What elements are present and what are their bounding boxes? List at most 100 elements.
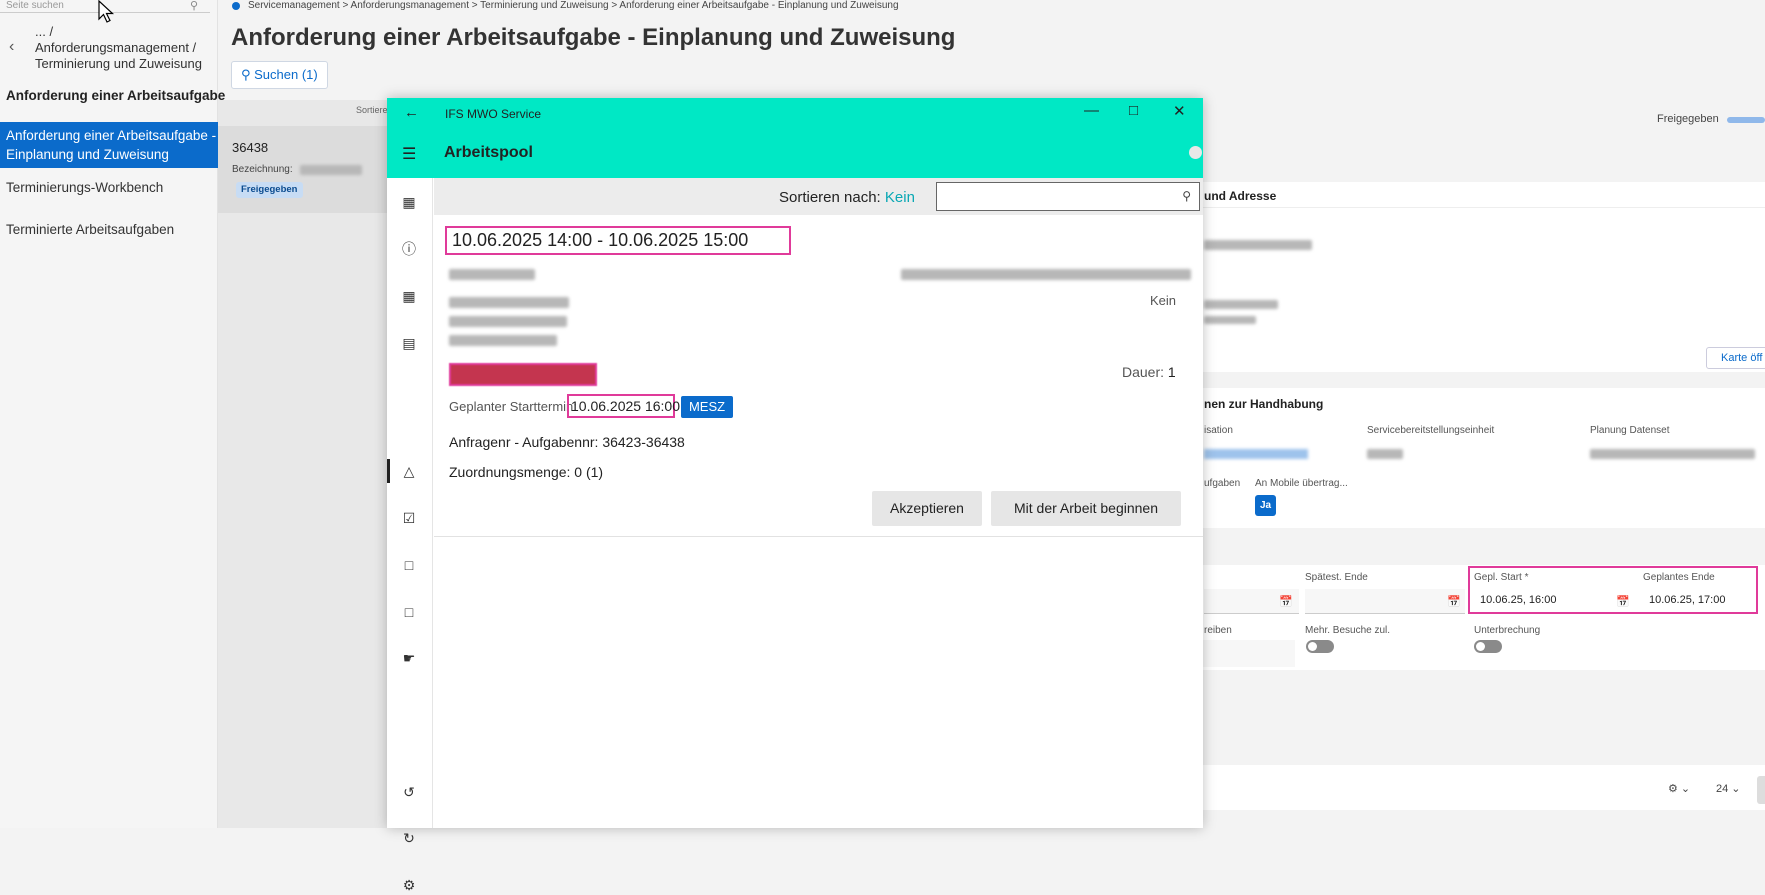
sort-by-control[interactable]: Sortieren nach: Kein bbox=[779, 189, 915, 206]
section-title: nen zur Handhabung bbox=[1204, 397, 1324, 411]
note-icon[interactable]: □ bbox=[399, 602, 419, 622]
highlight-annotation bbox=[1468, 566, 1758, 614]
assignee-value: Kein bbox=[1150, 293, 1177, 308]
blurred-text bbox=[901, 269, 1191, 280]
history-icon[interactable]: ↺ bbox=[399, 782, 419, 802]
page-search-placeholder: Seite suchen bbox=[6, 0, 64, 11]
nav-section-heading: Anforderung einer Arbeitsaufgabe bbox=[6, 88, 226, 103]
field-label: ufgaben bbox=[1204, 478, 1241, 489]
list-item-id: 36438 bbox=[232, 140, 269, 155]
blurred-text bbox=[1590, 449, 1755, 459]
start-work-button[interactable]: Mit der Arbeit beginnen bbox=[991, 491, 1181, 526]
blurred-text bbox=[1204, 240, 1312, 250]
calendar-icon[interactable]: ▦ bbox=[399, 286, 419, 306]
request-task-number: Anfragenr - Aufgabennr: 36423-36438 bbox=[449, 434, 685, 450]
text-field[interactable] bbox=[1200, 640, 1295, 667]
document-icon[interactable]: □ bbox=[399, 555, 419, 575]
page-size-select[interactable]: 24 ⌄ bbox=[1716, 782, 1741, 795]
settings-gear-icon[interactable]: ⚙ ⌄ bbox=[1668, 782, 1690, 795]
home-icon[interactable] bbox=[232, 2, 240, 10]
blurred-text bbox=[449, 269, 535, 280]
duration-value: 1 bbox=[1167, 364, 1176, 380]
sync-icon[interactable]: ↻ bbox=[399, 828, 419, 848]
field-label: Unterbrechung bbox=[1474, 625, 1541, 636]
scroll-button[interactable] bbox=[1757, 776, 1765, 804]
divider bbox=[434, 536, 1203, 537]
clipboard-check-icon[interactable]: ☑ bbox=[399, 508, 419, 528]
mouse-cursor-icon bbox=[98, 0, 115, 23]
planned-start-value: 10.06.2025 16:00 bbox=[567, 394, 680, 418]
yes-badge: Ja bbox=[1255, 495, 1276, 516]
latest-end-field[interactable] bbox=[1305, 589, 1465, 614]
back-arrow-icon[interactable]: ← bbox=[404, 104, 419, 121]
list-item-label: Bezeichnung: bbox=[232, 164, 293, 175]
blurred-priority-tag bbox=[449, 363, 597, 386]
field-label: An Mobile übertrag... bbox=[1255, 478, 1348, 489]
blurred-text bbox=[1204, 300, 1278, 309]
search-icon[interactable]: ⚲ bbox=[1182, 189, 1191, 203]
calendar-icon[interactable]: 📅 bbox=[1447, 595, 1461, 608]
multiple-visits-toggle[interactable] bbox=[1306, 640, 1334, 653]
calendar-icon[interactable]: 📅 bbox=[1279, 595, 1293, 608]
nav-item-label: Einplanung und Zuweisung bbox=[6, 147, 169, 162]
blurred-text bbox=[300, 165, 362, 175]
duration: Dauer: 1 bbox=[1122, 364, 1176, 380]
side-rail: ▦ ⓘ ▦ ▤ △ ☑ □ □ ☛ ↺ ↻ ⚙ bbox=[387, 178, 433, 893]
accept-button[interactable]: Akzeptieren bbox=[872, 491, 982, 526]
assignment-quantity: Zuordnungsmenge: 0 (1) bbox=[449, 464, 604, 480]
sort-value[interactable]: Kein bbox=[885, 189, 915, 206]
nav-crumb-line: Terminierung und Zuweisung bbox=[35, 56, 202, 71]
settings-gear-icon[interactable]: ⚙ bbox=[399, 875, 419, 895]
maximize-button[interactable]: □ bbox=[1129, 102, 1138, 119]
blurred-address bbox=[449, 297, 569, 308]
nav-item-einplanung-zuweisung[interactable]: Anforderung einer Arbeitsaufgabe - Einpl… bbox=[0, 122, 218, 168]
alert-circle-icon[interactable]: ⓘ bbox=[399, 239, 419, 259]
grid-icon[interactable]: ▦ bbox=[399, 192, 419, 212]
hamburger-menu-icon[interactable]: ☰ bbox=[402, 144, 416, 164]
page-title: Arbeitspool bbox=[444, 144, 533, 161]
status-badge: Freigegeben bbox=[236, 182, 303, 198]
breadcrumb[interactable]: Servicemanagement > Anforderungsmanageme… bbox=[248, 0, 899, 11]
search-button[interactable]: ⚲ Suchen (1) bbox=[231, 61, 328, 89]
back-chevron-icon[interactable]: ‹ bbox=[9, 38, 14, 56]
time-window: 10.06.2025 14:00 - 10.06.2025 15:00 bbox=[445, 226, 791, 255]
nav-breadcrumb[interactable]: ... / Anforderungsmanagement / Terminier… bbox=[35, 24, 202, 72]
field-label: Spätest. Ende bbox=[1305, 572, 1368, 583]
sync-status-indicator[interactable] bbox=[1189, 146, 1202, 159]
search-input[interactable]: ⚲ bbox=[936, 182, 1200, 211]
status-label: Freigegeben bbox=[1657, 113, 1719, 125]
handshake-icon[interactable]: ☛ bbox=[399, 648, 419, 668]
blurred-text bbox=[1204, 316, 1256, 324]
planned-start-label: Geplanter Starttermin: bbox=[449, 399, 577, 414]
rail-active-indicator bbox=[387, 459, 390, 483]
blurred-link[interactable] bbox=[1204, 449, 1308, 459]
page-size-value: 24 bbox=[1716, 783, 1729, 795]
blurred-address bbox=[449, 335, 557, 346]
page-title: Anforderung einer Arbeitsaufgabe - Einpl… bbox=[231, 24, 956, 51]
left-navigation: Seite suchen ⚲ ‹ ... / Anforderungsmanag… bbox=[0, 0, 225, 828]
field-label: reiben bbox=[1204, 625, 1232, 636]
close-button[interactable]: ✕ bbox=[1173, 102, 1186, 120]
minimize-button[interactable]: — bbox=[1084, 102, 1099, 119]
list-sort-label[interactable]: Sortiere bbox=[356, 105, 388, 115]
blurred-address bbox=[449, 316, 567, 327]
address-section-header bbox=[1200, 182, 1765, 208]
nav-item-terminierungs-workbench[interactable]: Terminierungs-Workbench bbox=[0, 178, 218, 197]
blurred-text bbox=[1367, 449, 1403, 459]
nav-crumb-line: Anforderungsmanagement / bbox=[35, 40, 197, 55]
interruption-toggle[interactable] bbox=[1474, 640, 1502, 653]
nav-item-label: Anforderung einer Arbeitsaufgabe - bbox=[6, 128, 217, 143]
search-button-label: Suchen (1) bbox=[254, 67, 318, 82]
clipboard-icon[interactable]: ▤ bbox=[399, 333, 419, 353]
nav-crumb-line: ... / bbox=[35, 24, 54, 39]
app-title: IFS MWO Service bbox=[445, 107, 542, 121]
open-map-button[interactable]: Karte öff bbox=[1706, 347, 1765, 369]
field-label: Mehr. Besuche zul. bbox=[1305, 625, 1391, 636]
hierarchy-icon[interactable]: △ bbox=[399, 461, 419, 481]
status-progress-bar bbox=[1727, 117, 1765, 123]
search-icon[interactable]: ⚲ bbox=[190, 0, 198, 12]
timezone-badge: MESZ bbox=[681, 396, 733, 418]
nav-item-terminierte-arbeitsaufgaben[interactable]: Terminierte Arbeitsaufgaben bbox=[0, 220, 218, 239]
field-label: isation bbox=[1204, 425, 1233, 436]
ifs-mwo-service-window: ← IFS MWO Service — □ ✕ ☰ Arbeitspool ▦ … bbox=[387, 98, 1203, 893]
